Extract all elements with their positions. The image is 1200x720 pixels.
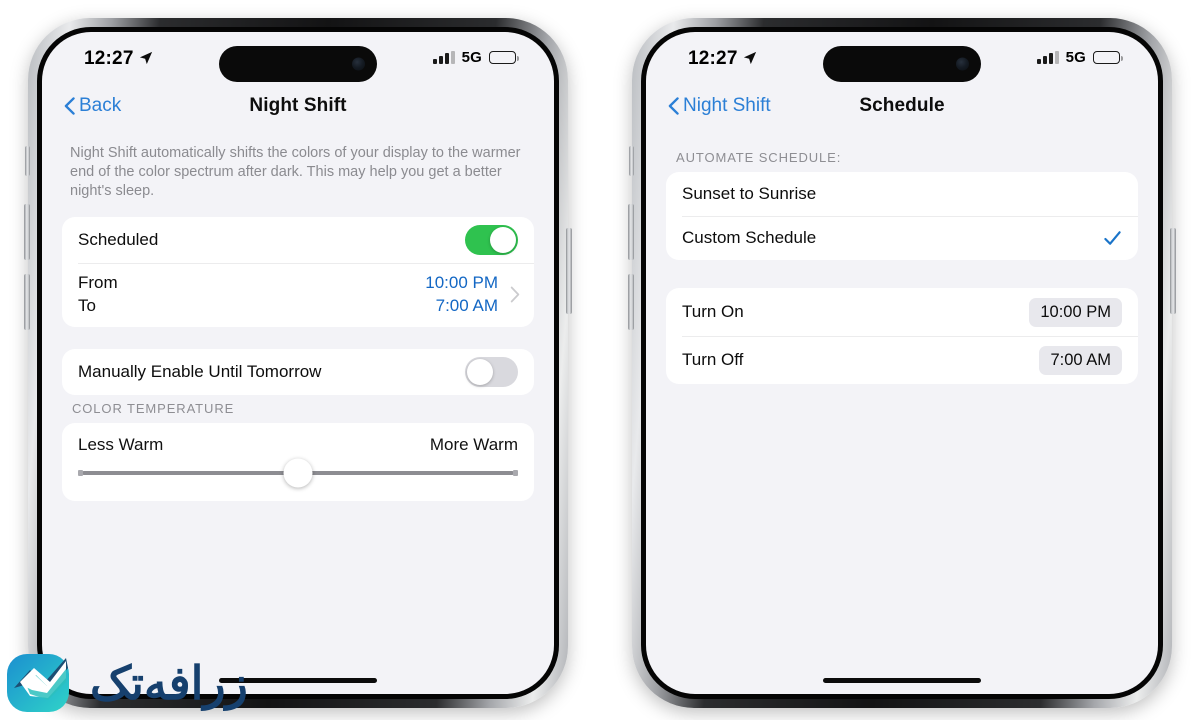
option-custom-schedule[interactable]: Custom Schedule: [666, 216, 1138, 260]
screen-night-shift: 12:27 5G Back Night Shift Night Shift au…: [42, 32, 554, 694]
phone-device-right: 12:27 5G Night Shift Schedule AUTOMATE S…: [628, 18, 1176, 708]
watermark-text: زرافه‌تک: [90, 657, 249, 709]
to-label: To: [78, 296, 96, 315]
back-button[interactable]: Back: [64, 95, 121, 117]
check-badge-logo-icon: [7, 654, 69, 712]
color-temperature-slider[interactable]: [78, 458, 518, 488]
color-temperature-card: Less Warm More Warm: [62, 423, 534, 501]
to-value: 7:00 AM: [435, 296, 498, 315]
status-bar-clock: 12:27: [84, 48, 153, 70]
option-sunset-to-sunrise[interactable]: Sunset to Sunrise: [666, 172, 1138, 216]
schedule-card: Scheduled From To 10:00 PM 7:00 AM: [62, 217, 534, 327]
volume-up-button-right[interactable]: [628, 204, 634, 260]
home-indicator-right[interactable]: [823, 678, 981, 683]
location-arrow-icon: [139, 51, 152, 65]
slider-max-cap: [513, 470, 518, 476]
color-temperature-header: COLOR TEMPERATURE: [72, 401, 235, 416]
from-to-labels: From To: [78, 272, 425, 316]
front-camera-icon: [352, 57, 365, 71]
status-bar-right: 12:27 5G: [646, 32, 1158, 84]
phone-bezel-right: 12:27 5G Night Shift Schedule AUTOMATE S…: [641, 27, 1163, 699]
volume-down-button-right[interactable]: [628, 274, 634, 330]
custom-times-card: Turn On 10:00 PM Turn Off 7:00 AM: [666, 288, 1138, 384]
chevron-right-icon: [510, 286, 520, 302]
option-label: Sunset to Sunrise: [682, 184, 817, 203]
screen-schedule: 12:27 5G Night Shift Schedule AUTOMATE S…: [646, 32, 1158, 694]
from-label: From: [78, 273, 118, 292]
manual-enable-card: Manually Enable Until Tomorrow: [62, 349, 534, 395]
turn-off-time-value[interactable]: 7:00 AM: [1039, 345, 1122, 375]
back-button-night-shift[interactable]: Night Shift: [668, 95, 771, 117]
phone-device-left: 12:27 5G Back Night Shift Night Shift au…: [24, 18, 572, 708]
front-camera-icon: [956, 57, 969, 71]
slider-max-label: More Warm: [429, 435, 518, 454]
silent-switch-button-right[interactable]: [629, 146, 634, 176]
scheduled-row[interactable]: Scheduled: [62, 217, 534, 263]
navigation-bar-right: Night Shift Schedule: [646, 84, 1158, 128]
status-bar-time-text-right: 12:27: [688, 48, 738, 69]
slider-thumb[interactable]: [283, 458, 313, 488]
chevron-left-icon: [668, 97, 679, 115]
status-bar-left: 12:27 5G: [42, 32, 554, 84]
battery-icon: [1093, 51, 1123, 64]
settings-content-left: Night Shift automatically shifts the col…: [42, 128, 554, 501]
manual-enable-toggle[interactable]: [465, 357, 518, 387]
status-bar-clock-right: 12:27: [688, 48, 757, 70]
turn-off-label: Turn Off: [682, 350, 744, 369]
silent-switch-button[interactable]: [25, 146, 30, 176]
dynamic-island: [219, 46, 377, 82]
watermark: زرافه‌تک: [4, 646, 324, 720]
turn-off-row[interactable]: Turn Off 7:00 AM: [666, 336, 1138, 384]
settings-content-right: AUTOMATE SCHEDULE: Sunset to Sunrise Cus…: [646, 128, 1158, 384]
manual-enable-row[interactable]: Manually Enable Until Tomorrow: [62, 349, 534, 395]
status-bar-indicators: 5G: [433, 49, 519, 66]
option-label: Custom Schedule: [682, 228, 817, 247]
status-bar-time-text: 12:27: [84, 48, 134, 69]
back-button-label-right: Night Shift: [683, 95, 771, 116]
automate-schedule-card: Sunset to Sunrise Custom Schedule: [666, 172, 1138, 260]
phone-bezel-left: 12:27 5G Back Night Shift Night Shift au…: [37, 27, 559, 699]
cellular-bars-icon: [1037, 51, 1059, 64]
dynamic-island-right: [823, 46, 981, 82]
battery-icon: [489, 51, 519, 64]
checkmark-icon: [1104, 230, 1121, 245]
power-button-right[interactable]: [1170, 228, 1176, 314]
automate-schedule-header: AUTOMATE SCHEDULE:: [676, 150, 842, 165]
slider-min-label: Less Warm: [78, 435, 164, 454]
chevron-left-icon: [64, 97, 75, 115]
volume-up-button[interactable]: [24, 204, 30, 260]
scheduled-label: Scheduled: [78, 230, 159, 249]
turn-on-time-value[interactable]: 10:00 PM: [1029, 297, 1122, 327]
night-shift-description: Night Shift automatically shifts the col…: [70, 145, 521, 199]
network-type-label: 5G: [461, 49, 482, 66]
turn-on-label: Turn On: [682, 302, 744, 321]
status-bar-indicators-right: 5G: [1037, 49, 1123, 66]
slider-min-cap: [78, 470, 83, 476]
network-type-label-right: 5G: [1065, 49, 1086, 66]
from-to-row[interactable]: From To 10:00 PM 7:00 AM: [62, 263, 534, 327]
from-value: 10:00 PM: [425, 273, 498, 292]
turn-on-row[interactable]: Turn On 10:00 PM: [666, 288, 1138, 336]
back-button-label: Back: [79, 95, 122, 116]
power-button[interactable]: [566, 228, 572, 314]
cellular-bars-icon: [433, 51, 455, 64]
location-arrow-icon: [743, 51, 756, 65]
manual-enable-label: Manually Enable Until Tomorrow: [78, 362, 322, 381]
volume-down-button[interactable]: [24, 274, 30, 330]
scheduled-toggle[interactable]: [465, 225, 518, 255]
screenshot-stage: 12:27 5G Back Night Shift Night Shift au…: [0, 0, 1200, 720]
navigation-bar-left: Back Night Shift: [42, 84, 554, 128]
from-to-values: 10:00 PM 7:00 AM: [425, 272, 498, 316]
